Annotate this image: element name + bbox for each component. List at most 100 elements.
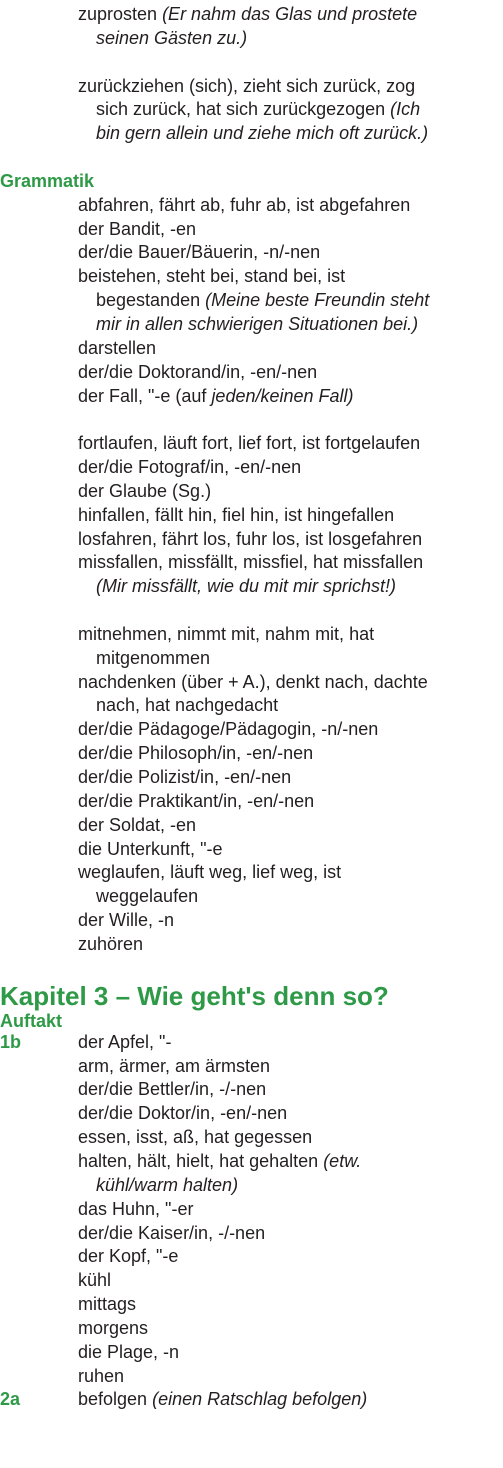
entry-line: der Wille, -n [0,909,503,933]
entry-text: der Soldat, -en [78,814,196,838]
entry-line: der/die Doktor/in, -en/-nen [0,1102,503,1126]
example-text: kühl/warm halten) [96,1174,239,1195]
chapter-title: Kapitel 3 – Wie geht's denn so? [0,980,389,1011]
example-text: bin gern allein und ziehe mich oft zurüc… [96,123,429,144]
entry-line: weglaufen, läuft weg, lief weg, ist [0,861,503,885]
entry-line: die Plage, -n [0,1341,503,1365]
word-text: begestanden [96,290,206,311]
vocab-entry: der Fall, "-e (auf jeden/keinen Fall) [0,385,503,409]
entry-line: essen, isst, aß, hat gegessen [0,1126,503,1150]
word-text: die Unterkunft, "-e [78,838,223,859]
entry-line: bin gern allein und ziehe mich oft zurüc… [0,122,503,146]
entry-text: nach, hat nachgedacht [96,694,278,718]
vocab-entry: morgens [0,1317,503,1341]
vocab-entry: missfallen, missfällt, missfiel, hat mis… [0,551,503,599]
vocab-entry: kühl [0,1269,503,1293]
example-text: (einen Ratschlag befolgen) [152,1389,368,1410]
vocab-entry: der/die Fotograf/in, -en/-nen [0,456,503,480]
entry-line: der Bandit, -en [0,218,503,242]
vocab-entry: der Wille, -n [0,909,503,933]
word-text: sich zurück, hat sich zurückgezogen [96,99,391,120]
word-text: der Apfel, "- [78,1031,172,1052]
entry-text: missfallen, missfällt, missfiel, hat mis… [78,551,423,575]
word-text: der/die Philosoph/in, -en/-nen [78,743,314,764]
vocab-entry: 1b der Apfel, "- [0,1031,503,1055]
word-text: zuprosten [78,4,163,24]
entry-line: das Huhn, "-er [0,1198,503,1222]
vocab-entry: der/die Pädagoge/Pädagogin, -n/-nen [0,718,503,742]
entry-line: zuhören [0,933,503,957]
entry-text: der/die Bettler/in, -/-nen [78,1078,266,1102]
vocab-entry: hinfallen, fällt hin, fiel hin, ist hing… [0,504,503,528]
vocab-entry: der/die Polizist/in, -en/-nen [0,766,503,790]
vocab-entry: zurückziehen (sich), zieht sich zurück, … [0,75,503,147]
vocabulary-document: zuprosten (Er nahm das Glas und prostete… [0,3,503,1412]
vocab-entry: der/die Philosoph/in, -en/-nen [0,742,503,766]
word-text: missfallen, missfällt, missfiel, hat mis… [78,552,424,573]
entry-line: nachdenken (über + A.), denkt nach, dach… [0,671,503,695]
word-text: mittags [78,1294,137,1315]
example-text: seinen Gästen zu.) [96,27,248,48]
entry-line: (Mir missfällt, wie du mit mir sprichst!… [0,575,503,599]
word-text: der/die Fotograf/in, -en/-nen [78,457,302,478]
entry-line: zuprosten (Er nahm das Glas und prostete [0,3,503,27]
word-text: arm, ärmer, am ärmsten [78,1055,271,1076]
vocab-entry: mitnehmen, nimmt mit, nahm mit, hat mitge… [0,623,503,671]
entry-text: ruhen [78,1365,124,1389]
word-text: zurückziehen (sich), zieht sich zurück, … [78,75,416,96]
vocab-entry: der/die Kaiser/in, -/-nen [0,1222,503,1246]
vocab-entry: der Kopf, "-e [0,1245,503,1269]
vocab-entry: weglaufen, läuft weg, lief weg, ist wegge… [0,861,503,909]
word-text: die Plage, -n [78,1341,180,1362]
example-text: jeden/keinen Fall) [211,385,354,406]
entry-text: bin gern allein und ziehe mich oft zurüc… [96,122,428,146]
entry-text: die Plage, -n [78,1341,179,1365]
entry-text: der Bandit, -en [78,218,196,242]
entry-text: hinfallen, fällt hin, fiel hin, ist hing… [78,504,394,528]
entry-text: der/die Praktikant/in, -en/-nen [78,790,314,814]
word-text: fortlaufen, läuft fort, lief fort, ist f… [78,433,421,454]
vocab-entry: der/die Doktor/in, -en/-nen [0,1102,503,1126]
entry-text: befolgen (einen Ratschlag befolgen) [78,1388,367,1412]
word-text: ruhen [78,1365,125,1386]
entry-line: der Glaube (Sg.) [0,480,503,504]
word-text: morgens [78,1317,149,1338]
entry-line: der Fall, "-e (auf jeden/keinen Fall) [0,385,503,409]
entry-line: der/die Bettler/in, -/-nen [0,1078,503,1102]
example-text: (Ich [390,99,421,120]
entry-line: sich zurück, hat sich zurückgezogen (Ich [0,98,503,122]
entry-text: mitgenommen [96,647,210,671]
word-text: der/die Kaiser/in, -/-nen [78,1222,266,1243]
entry-text: seinen Gästen zu.) [96,27,247,51]
entry-line: der/die Pädagoge/Pädagogin, -n/-nen [0,718,503,742]
word-text: mitnehmen, nimmt mit, nahm mit, hat [78,623,375,644]
entry-line: kühl [0,1269,503,1293]
entry-line: der/die Praktikant/in, -en/-nen [0,790,503,814]
entry-line: 2a befolgen (einen Ratschlag befolgen) [0,1388,503,1412]
entry-text: mittags [78,1293,136,1317]
entry-text: die Unterkunft, "-e [78,838,222,862]
entry-text: der/die Doktorand/in, -en/-nen [78,361,317,385]
entry-text: der/die Pädagoge/Pädagogin, -n/-nen [78,718,378,742]
word-text: der/die Bauer/Bäuerin, -n/-nen [78,242,321,263]
example-text: (etw. [323,1150,362,1171]
entry-text: darstellen [78,337,156,361]
entry-line: halten, hält, hielt, hat gehalten (etw. [0,1150,503,1174]
word-text: essen, isst, aß, hat gegessen [78,1127,313,1148]
entry-line: fortlaufen, läuft fort, lief fort, ist f… [0,432,503,456]
entry-text: kühl/warm halten) [96,1174,238,1198]
entry-line: 1b der Apfel, "- [0,1031,503,1055]
entry-line: der Kopf, "-e [0,1245,503,1269]
entry-text: fortlaufen, läuft fort, lief fort, ist f… [78,432,420,456]
vocab-entry: arm, ärmer, am ärmsten [0,1055,503,1079]
vocab-entry: essen, isst, aß, hat gegessen [0,1126,503,1150]
word-text: befolgen [78,1389,153,1410]
entry-line: missfallen, missfällt, missfiel, hat mis… [0,551,503,575]
word-text: halten, hält, hielt, hat gehalten [78,1150,324,1171]
exercise-label: 1b [0,1031,22,1052]
entry-line: morgens [0,1317,503,1341]
entry-text: das Huhn, "-er [78,1198,193,1222]
entry-text: zuhören [78,933,143,957]
